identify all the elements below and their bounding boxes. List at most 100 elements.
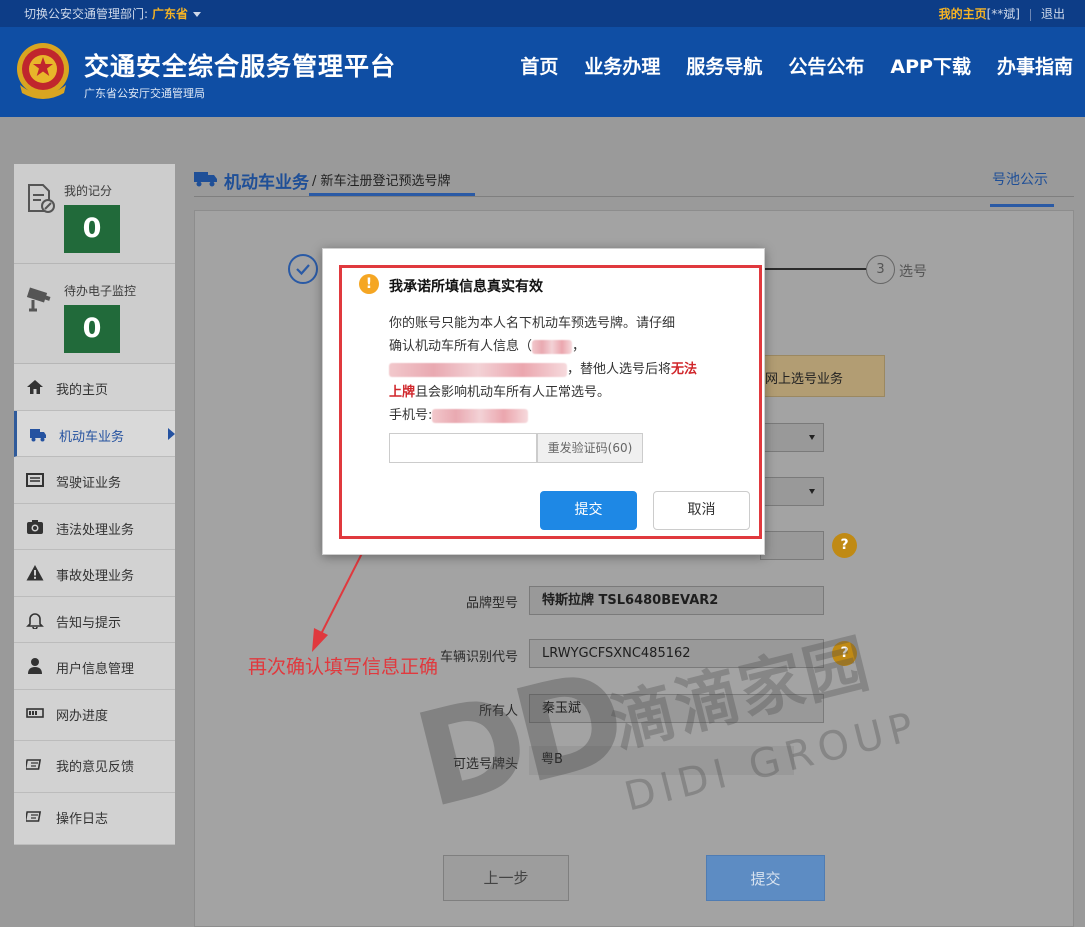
annotation-text: 再次确认填写信息正确 — [248, 656, 439, 678]
sidebar-item-feedback[interactable]: 我的意见反馈 — [14, 740, 175, 793]
help-icon[interactable]: ? — [832, 533, 857, 558]
previous-step-button[interactable]: 上一步 — [443, 855, 569, 901]
id-card-icon — [26, 473, 44, 487]
site-subtitle: 广东省公安厅交通管理局 — [84, 87, 205, 100]
dialog-text: 且会影响机动车所有人正常选号。 — [415, 385, 611, 400]
brand-model-label: 品牌型号 — [465, 596, 518, 611]
step-1-done-icon — [288, 254, 318, 284]
sidebar: 我的记分 0 待办电子监控 0 我的主页 机动车业务 驾驶证业务 违法处理业务 … — [14, 164, 175, 845]
nav-business[interactable]: 业务办理 — [584, 52, 660, 79]
plate-pool-link[interactable]: 号池公示 — [992, 169, 1048, 189]
redacted-owner-name — [532, 339, 573, 354]
switch-label: 切换公安交通管理部门: — [24, 7, 149, 21]
dialog-text: 你的账号只能为本人名下机动车预选号牌。请仔细 — [389, 316, 676, 331]
breadcrumb-section[interactable]: 机动车业务 — [224, 168, 309, 193]
province-name: 广东省 — [152, 7, 189, 21]
document-edit-icon — [28, 184, 55, 213]
sidebar-item-label: 告知与提示 — [56, 615, 122, 631]
input-field-3[interactable] — [760, 531, 824, 560]
sidebar-item-label: 用户信息管理 — [56, 662, 135, 677]
nav-app-download[interactable]: APP下载 — [890, 52, 971, 79]
nav-service-guide[interactable]: 服务导航 — [686, 52, 762, 79]
bell-icon — [26, 612, 44, 629]
step-connector — [764, 268, 866, 270]
dialog-text: 确认机动车所有人信息（ — [389, 339, 533, 354]
sidebar-item-vehicle-business[interactable]: 机动车业务 — [14, 410, 175, 457]
dialog-warning-text: 无法 — [671, 362, 698, 377]
sidebar-item-license[interactable]: 驾驶证业务 — [14, 457, 175, 504]
phone-label: 手机号: — [389, 408, 433, 423]
select-field-2[interactable] — [760, 477, 824, 506]
sidebar-item-progress[interactable]: 网办进度 — [14, 689, 175, 741]
log-icon — [26, 810, 42, 822]
verification-code-input[interactable] — [389, 433, 537, 463]
sidebar-item-notices[interactable]: 告知与提示 — [14, 596, 175, 643]
sidebar-item-my-home[interactable]: 我的主页 — [14, 364, 175, 411]
dialog-line-3: ，替他人选号后将无法 — [389, 358, 697, 377]
dialog-text: ，替他人选号后将 — [567, 362, 672, 377]
sidebar-item-accident[interactable]: 事故处理业务 — [14, 550, 175, 597]
dialog-line-4: 上牌且会影响机动车所有人正常选号。 — [389, 381, 610, 400]
breadcrumb-current: / 新车注册登记预选号牌 — [312, 170, 451, 189]
chevron-down-icon — [809, 435, 815, 440]
sidebar-item-label: 驾驶证业务 — [56, 476, 122, 491]
department-switcher[interactable]: 切换公安交通管理部门: 广东省 — [24, 5, 202, 22]
feedback-icon — [26, 758, 42, 770]
monitor-widget[interactable]: 待办电子监控 0 — [14, 264, 175, 364]
plate-pool-underline — [990, 204, 1054, 207]
dialog-line-2: 确认机动车所有人信息（ ， — [389, 335, 585, 354]
submit-button[interactable]: 提交 — [706, 855, 825, 901]
main-nav: 首页 业务办理 服务导航 公告公布 APP下载 办事指南 — [520, 52, 1073, 79]
breadcrumb-page: 新车注册登记预选号牌 — [320, 174, 451, 189]
breadcrumb-separator: / — [312, 174, 317, 189]
nav-announcements[interactable]: 公告公布 — [788, 52, 864, 79]
camera-icon — [27, 519, 43, 534]
nav-handling-guide[interactable]: 办事指南 — [997, 52, 1073, 79]
user-icon — [28, 658, 42, 674]
sidebar-item-label: 违法处理业务 — [56, 522, 135, 538]
points-count: 0 — [64, 205, 120, 253]
notice-box: 网上选号业务 — [760, 355, 885, 397]
warning-icon — [26, 565, 44, 581]
dialog-line-5: 手机号: — [389, 404, 529, 423]
truck-icon — [30, 428, 46, 441]
chevron-down-icon — [809, 489, 815, 494]
dialog-line-1: 你的账号只能为本人名下机动车预选号牌。请仔细 — [389, 312, 675, 331]
top-utility-bar: 切换公安交通管理部门: 广东省 我的主页[**斌] 退出 — [0, 0, 1085, 27]
sidebar-item-user-info[interactable]: 用户信息管理 — [14, 643, 175, 690]
redacted-phone-number — [432, 408, 529, 423]
dialog-submit-button[interactable]: 提交 — [540, 491, 637, 530]
step-3-label: 选号 — [899, 264, 927, 280]
monitor-count: 0 — [64, 305, 120, 353]
police-emblem-icon — [17, 43, 69, 99]
site-header: 交通安全综合服务管理平台 广东省公安厅交通管理局 首页 业务办理 服务导航 公告… — [0, 27, 1085, 117]
sidebar-item-label: 机动车业务 — [59, 429, 125, 445]
brand-model-field: 特斯拉牌 TSL6480BEVAR2 — [529, 586, 824, 615]
select-field-1[interactable] — [760, 423, 824, 452]
sidebar-item-violation[interactable]: 违法处理业务 — [14, 503, 175, 550]
progress-icon — [26, 707, 44, 718]
dialog-cancel-button[interactable]: 取消 — [653, 491, 750, 530]
sidebar-item-log[interactable]: 操作日志 — [14, 792, 175, 845]
sidebar-item-label: 事故处理业务 — [56, 569, 135, 584]
masked-username: [**斌] — [986, 7, 1020, 21]
sidebar-item-label: 我的意见反馈 — [56, 759, 135, 775]
step-3-indicator: 3 — [866, 255, 895, 284]
divider — [194, 196, 1074, 197]
points-label: 我的记分 — [64, 184, 113, 198]
brand[interactable]: 交通安全综合服务管理平台 广东省公安厅交通管理局 — [84, 47, 396, 101]
my-home-link[interactable]: 我的主页 — [939, 7, 987, 21]
logout-link[interactable]: 退出 — [1041, 7, 1065, 21]
home-icon — [27, 380, 43, 394]
divider — [1029, 8, 1031, 21]
chevron-down-icon — [193, 12, 202, 17]
truck-icon — [194, 172, 217, 187]
dialog-warning-text: 上牌 — [389, 385, 416, 400]
resend-code-button[interactable]: 重发验证码(60) — [537, 433, 643, 463]
warning-icon: ! — [359, 274, 379, 294]
dialog-text: ， — [572, 339, 586, 354]
points-widget[interactable]: 我的记分 0 — [14, 164, 175, 264]
sidebar-item-label: 网办进度 — [56, 708, 109, 724]
redacted-id-number — [389, 362, 567, 377]
nav-home[interactable]: 首页 — [520, 52, 558, 79]
